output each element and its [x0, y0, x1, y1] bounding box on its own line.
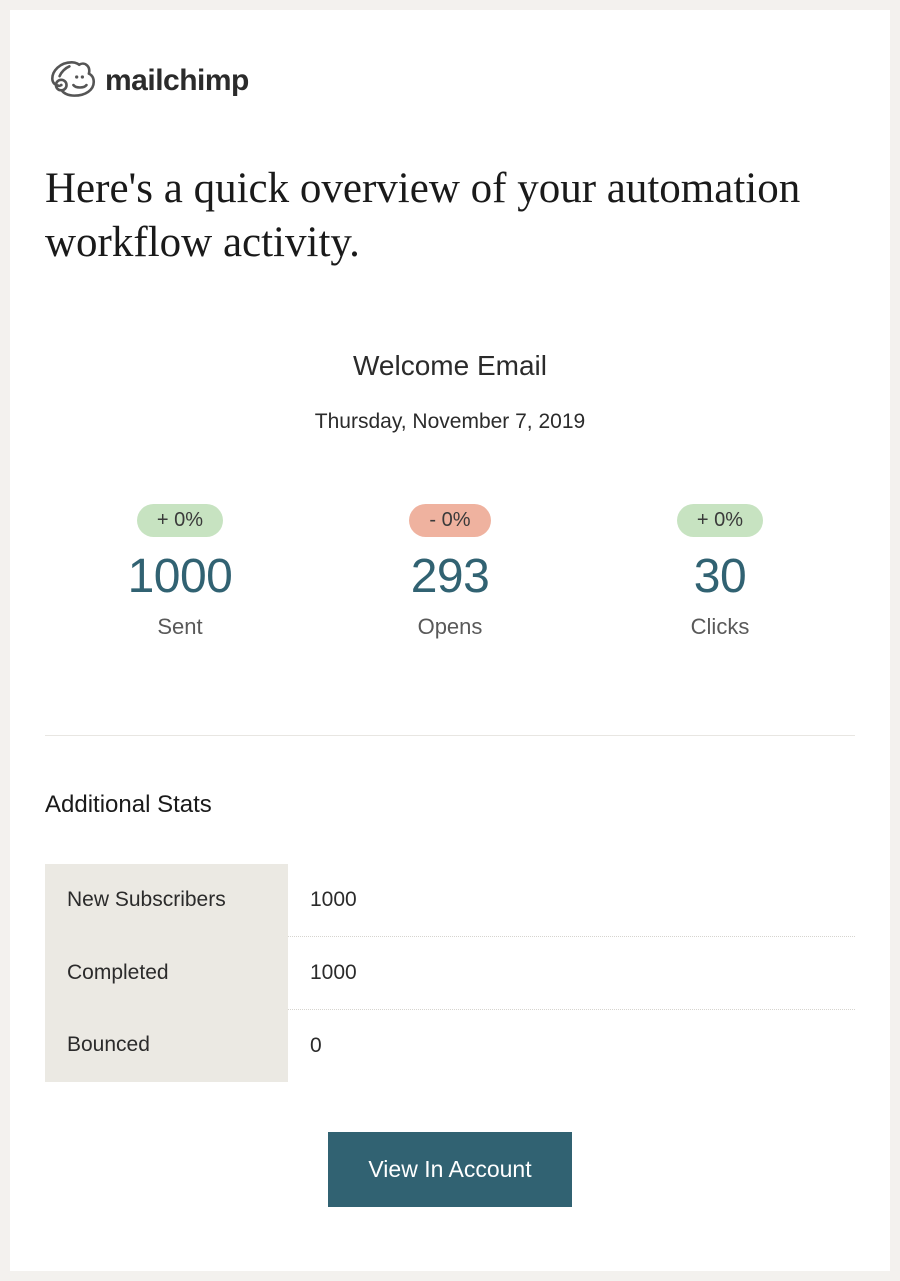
metric-clicks: + 0% 30 Clicks [586, 504, 853, 640]
metric-clicks-label: Clicks [691, 614, 750, 640]
metric-sent-value: 1000 [128, 549, 233, 604]
metric-clicks-value: 30 [694, 549, 746, 604]
campaign-date: Thursday, November 7, 2019 [45, 410, 855, 434]
page-headline: Here's a quick overview of your automati… [45, 162, 855, 270]
page-frame: mailchimp Here's a quick overview of you… [0, 0, 900, 1281]
stat-key-new-subscribers: New Subscribers [45, 864, 288, 937]
email-card: mailchimp Here's a quick overview of you… [10, 10, 890, 1271]
stat-val-completed: 1000 [288, 936, 855, 1009]
metrics-row: + 0% 1000 Sent - 0% 293 Opens + 0% 30 Cl… [45, 504, 855, 640]
table-row: Completed 1000 [45, 936, 855, 1009]
stat-key-completed: Completed [45, 936, 288, 1009]
section-divider [45, 735, 855, 736]
cta-container: View In Account [45, 1132, 855, 1207]
campaign-title: Welcome Email [45, 350, 855, 382]
brand-logo: mailchimp [45, 55, 855, 107]
additional-stats-heading: Additional Stats [45, 791, 855, 819]
additional-stats-table: New Subscribers 1000 Completed 1000 Boun… [45, 864, 855, 1082]
view-in-account-button[interactable]: View In Account [328, 1132, 571, 1207]
stat-val-bounced: 0 [288, 1009, 855, 1082]
metric-opens-label: Opens [418, 614, 483, 640]
mailchimp-icon [45, 55, 97, 107]
table-row: New Subscribers 1000 [45, 864, 855, 937]
brand-name: mailchimp [105, 64, 249, 98]
metric-opens: - 0% 293 Opens [316, 504, 583, 640]
metric-sent: + 0% 1000 Sent [46, 504, 313, 640]
metric-sent-label: Sent [157, 614, 202, 640]
table-row: Bounced 0 [45, 1009, 855, 1082]
stat-key-bounced: Bounced [45, 1009, 288, 1082]
metric-opens-value: 293 [411, 549, 490, 604]
stat-val-new-subscribers: 1000 [288, 864, 855, 937]
metric-clicks-delta: + 0% [677, 504, 763, 537]
metric-opens-delta: - 0% [409, 504, 490, 537]
metric-sent-delta: + 0% [137, 504, 223, 537]
